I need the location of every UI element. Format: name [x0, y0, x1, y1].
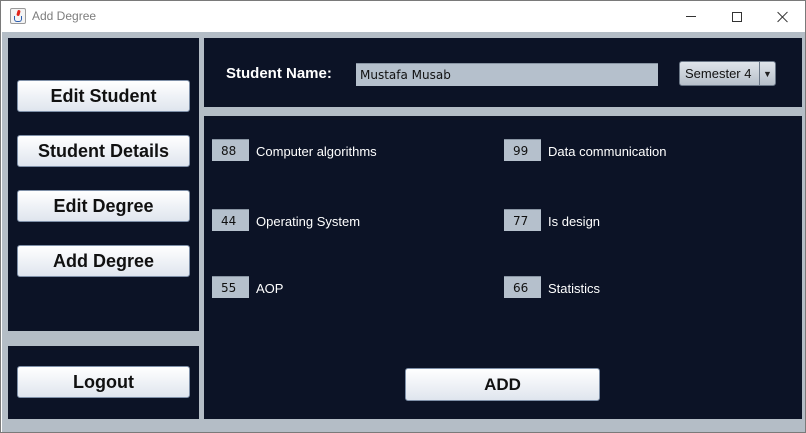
- course-label-aop: AOP: [256, 281, 284, 296]
- course-label-operating-system: Operating System: [256, 214, 361, 229]
- minimize-button[interactable]: [668, 1, 714, 32]
- semester-selected-value: Semester 4: [685, 66, 752, 81]
- grade-field-computer-algorithms[interactable]: [212, 139, 249, 161]
- grade-field-operating-system[interactable]: [212, 209, 249, 231]
- add-degree-button[interactable]: Add Degree: [17, 245, 190, 277]
- chevron-down-icon[interactable]: ▼: [759, 62, 775, 85]
- course-label-is-design: Is design: [548, 214, 601, 229]
- course-label-computer-algorithms: Computer algorithms: [256, 144, 377, 159]
- window-title: Add Degree: [32, 9, 97, 23]
- degrees-panel: Computer algorithms Data communication O…: [204, 116, 802, 419]
- sidebar-nav: Edit Student Student Details Edit Degree…: [8, 38, 199, 331]
- close-button[interactable]: [760, 1, 806, 32]
- student-details-button[interactable]: Student Details: [17, 135, 190, 167]
- edit-degree-button[interactable]: Edit Degree: [17, 190, 190, 222]
- title-bar[interactable]: Add Degree: [1, 1, 805, 32]
- app-window: Add Degree Edit Student Student Details …: [0, 0, 806, 433]
- course-label-statistics: Statistics: [548, 281, 601, 296]
- java-cup-icon: [10, 8, 26, 24]
- close-icon: [777, 11, 789, 23]
- grade-field-data-communication[interactable]: [504, 139, 541, 161]
- semester-select[interactable]: Semester 4 ▼: [679, 61, 776, 86]
- maximize-icon: [732, 11, 742, 22]
- student-name-field[interactable]: [356, 63, 658, 86]
- content-area: Edit Student Student Details Edit Degree…: [2, 32, 805, 432]
- course-label-data-communication: Data communication: [548, 144, 667, 159]
- student-header: Student Name: Semester 4 ▼: [204, 38, 802, 107]
- logout-panel: Logout: [8, 346, 199, 419]
- grade-field-is-design[interactable]: [504, 209, 541, 231]
- minimize-icon: [686, 16, 696, 17]
- logout-button[interactable]: Logout: [17, 366, 190, 398]
- grade-field-statistics[interactable]: [504, 276, 541, 298]
- maximize-button[interactable]: [714, 1, 760, 32]
- student-name-label: Student Name:: [226, 65, 332, 82]
- edit-student-button[interactable]: Edit Student: [17, 80, 190, 112]
- add-button[interactable]: ADD: [405, 368, 600, 401]
- grade-field-aop[interactable]: [212, 276, 249, 298]
